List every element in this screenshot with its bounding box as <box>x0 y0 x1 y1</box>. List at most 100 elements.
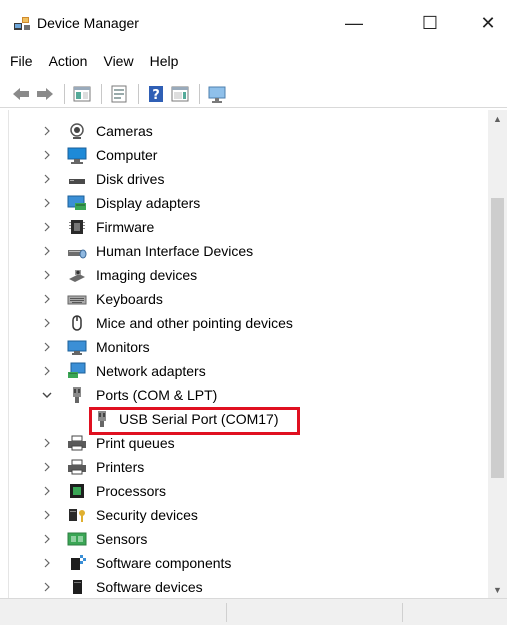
computer-icon <box>67 146 87 164</box>
back-icon[interactable] <box>10 83 32 105</box>
tree-category-item[interactable]: Sensors <box>9 527 489 551</box>
tree-item-label: Security devices <box>96 507 198 523</box>
tree-category-item[interactable]: Software components <box>9 551 489 575</box>
tree-item-label: Keyboards <box>96 291 163 307</box>
tree-item-label: Monitors <box>96 339 150 355</box>
tree-category-item[interactable]: Ports (COM & LPT) <box>9 383 489 407</box>
chevron-right-icon[interactable] <box>41 479 53 503</box>
tree-category-item[interactable]: Imaging devices <box>9 263 489 287</box>
chevron-right-icon[interactable] <box>41 503 53 527</box>
tree-item-label: Display adapters <box>96 195 201 211</box>
sensor-icon <box>67 530 87 548</box>
vertical-scrollbar[interactable]: ▲ ▼ <box>488 110 507 598</box>
tree-category-item[interactable]: Printers <box>9 455 489 479</box>
menu-file[interactable]: File <box>0 50 41 72</box>
scroll-down-arrow[interactable]: ▼ <box>488 581 507 598</box>
show-hide-console-tree-icon[interactable] <box>71 83 93 105</box>
chevron-right-icon[interactable] <box>41 575 53 598</box>
chevron-right-icon[interactable] <box>41 191 53 215</box>
toolbar-separator <box>64 83 65 104</box>
tree-item-label: Processors <box>96 483 167 499</box>
tree-item-label: Firmware <box>96 219 155 235</box>
minimize-button[interactable]: — <box>334 6 374 40</box>
tree-item-label: Print queues <box>96 435 175 451</box>
tree-item-label: Printers <box>96 459 145 475</box>
security-device-icon <box>67 506 87 524</box>
camera-icon <box>67 122 87 140</box>
chevron-right-icon[interactable] <box>41 239 53 263</box>
scan-hardware-icon[interactable] <box>206 83 228 105</box>
chevron-right-icon[interactable] <box>41 263 53 287</box>
chevron-right-icon[interactable] <box>41 311 53 335</box>
display-adapter-icon <box>67 194 87 212</box>
tree-item-label: Computer <box>96 147 158 163</box>
monitor-icon <box>67 338 87 356</box>
tree-category-item[interactable]: Security devices <box>9 503 489 527</box>
selected-item-highlight <box>89 407 300 435</box>
tree-item-label: Mice and other pointing devices <box>96 315 293 331</box>
tree-item-label: Sensors <box>96 531 148 547</box>
toolbar-separator <box>199 83 200 104</box>
tree-category-item[interactable]: Display adapters <box>9 191 489 215</box>
toolbar-separator <box>101 83 102 104</box>
tree-category-item[interactable]: Firmware <box>9 215 489 239</box>
chevron-right-icon[interactable] <box>41 431 53 455</box>
chevron-right-icon[interactable] <box>41 119 53 143</box>
chevron-down-icon[interactable] <box>41 383 53 407</box>
tree-category-item[interactable]: Disk drives <box>9 167 489 191</box>
chevron-right-icon[interactable] <box>41 527 53 551</box>
software-device-icon <box>67 578 87 596</box>
menu-view[interactable]: View <box>95 50 141 72</box>
status-separator <box>226 603 227 622</box>
menu-action[interactable]: Action <box>41 50 96 72</box>
maximize-button[interactable]: ☐ <box>410 6 450 40</box>
forward-icon[interactable] <box>34 83 56 105</box>
printer-icon <box>67 458 87 476</box>
tree-item-label: Ports (COM & LPT) <box>96 387 218 403</box>
scroll-up-arrow[interactable]: ▲ <box>488 110 507 127</box>
device-manager-icon <box>13 14 31 32</box>
mouse-icon <box>67 314 87 332</box>
tree-category-item[interactable]: Human Interface Devices <box>9 239 489 263</box>
tree-category-item[interactable]: Mice and other pointing devices <box>9 311 489 335</box>
port-icon <box>67 386 87 404</box>
tree-category-item[interactable]: Processors <box>9 479 489 503</box>
tree-category-item[interactable]: Computer <box>9 143 489 167</box>
device-tree[interactable]: Cameras Computer Disk drives Display adapte… <box>8 110 507 598</box>
help-icon[interactable]: ? <box>145 83 167 105</box>
chevron-right-icon[interactable] <box>41 335 53 359</box>
firmware-icon <box>67 218 87 236</box>
chevron-right-icon[interactable] <box>41 551 53 575</box>
tree-category-item[interactable]: Keyboards <box>9 287 489 311</box>
software-component-icon <box>67 554 87 572</box>
tree-item-label: Disk drives <box>96 171 165 187</box>
toolbar: ? <box>0 80 507 108</box>
imaging-device-icon <box>67 266 87 284</box>
close-button[interactable]: ✕ <box>468 6 507 40</box>
network-adapter-icon <box>67 362 87 380</box>
chevron-right-icon[interactable] <box>41 143 53 167</box>
tree-category-item[interactable]: Network adapters <box>9 359 489 383</box>
hid-icon <box>67 242 87 260</box>
chevron-right-icon[interactable] <box>41 359 53 383</box>
tree-category-item[interactable]: Cameras <box>9 119 489 143</box>
tree-category-item[interactable]: Monitors <box>9 335 489 359</box>
chevron-right-icon[interactable] <box>41 287 53 311</box>
tree-item-label: Software components <box>96 555 232 571</box>
keyboard-icon <box>67 290 87 308</box>
show-action-pane-icon[interactable] <box>169 83 191 105</box>
scrollbar-thumb[interactable] <box>491 198 504 478</box>
menu-help[interactable]: Help <box>142 50 187 72</box>
properties-icon[interactable] <box>108 83 130 105</box>
tree-category-item[interactable]: Software devices <box>9 575 489 598</box>
title-bar[interactable]: Device Manager — ☐ ✕ <box>0 0 507 44</box>
chevron-right-icon[interactable] <box>41 167 53 191</box>
status-bar <box>0 598 507 625</box>
chevron-right-icon[interactable] <box>41 455 53 479</box>
window-title: Device Manager <box>37 15 139 31</box>
tree-item-label: Network adapters <box>96 363 206 379</box>
disk-drive-icon <box>67 170 87 188</box>
svg-text:?: ? <box>152 88 160 103</box>
chevron-right-icon[interactable] <box>41 215 53 239</box>
tree-item-label: Software devices <box>96 579 203 595</box>
